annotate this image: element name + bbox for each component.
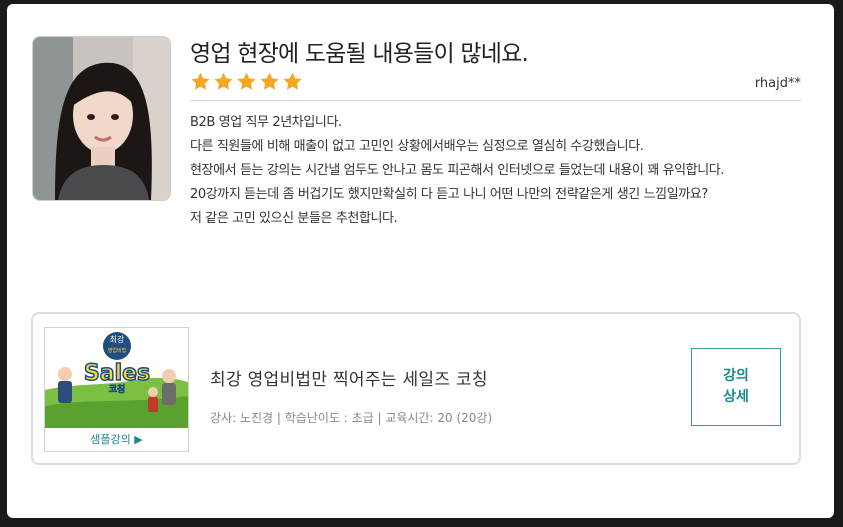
review-title: 영업 현장에 도움될 내용들이 많네요. — [190, 41, 529, 67]
review-body: B2B 영업 직무 2년차입니다. 다른 직원들에 비해 매출이 없고 고민인 … — [190, 111, 810, 231]
rating-stars — [190, 71, 303, 92]
sample-lecture-link[interactable]: 샘플강의 ▶ — [45, 429, 188, 451]
star-icon — [260, 72, 279, 90]
course-box: 최강 영업비법 Sales 코칭 샘플강의 ▶ 최강 영업비법만 찍어주는 세일… — [31, 312, 801, 465]
divider — [190, 100, 801, 101]
course-thumbnail[interactable]: 최강 영업비법 Sales 코칭 샘플강의 ▶ — [44, 327, 189, 452]
thumb-bottom-text: 코칭 — [109, 383, 126, 395]
thumb-main-text: Sales — [84, 361, 150, 386]
reviewer-avatar — [32, 36, 171, 201]
review-line: 다른 직원들에 비해 매출이 없고 고민인 상황에서배우는 심정으로 열심히 수… — [190, 139, 644, 154]
star-icon — [237, 72, 256, 90]
course-detail-label-line1: 강의 — [723, 368, 749, 384]
review-line: 20강까지 듣는데 좀 버겁기도 했지만확실히 다 듣고 나니 어떤 나만의 전… — [190, 187, 708, 202]
course-detail-label-line2: 상세 — [723, 389, 749, 405]
course-title[interactable]: 최강 영업비법만 찍어주는 세일즈 코칭 — [210, 365, 488, 390]
course-meta: 강사: 노진경 | 학습난이도 : 초급 | 교육시간: 20 (20강) — [210, 411, 493, 425]
review-line: B2B 영업 직무 2년차입니다. — [190, 115, 342, 130]
star-icon — [283, 72, 302, 90]
star-icon — [191, 72, 210, 90]
thumb-top-text: 최강 — [110, 334, 125, 344]
review-line: 저 같은 고민 있으신 분들은 추천합니다. — [190, 211, 398, 226]
review-card: 영업 현장에 도움될 내용들이 많네요. rhajd** B2B 영업 직무 2… — [7, 4, 834, 518]
thumb-sub-text: 영업비법 — [108, 347, 126, 354]
review-author: rhajd** — [754, 76, 801, 91]
course-thumbnail-image[interactable]: 최강 영업비법 Sales 코칭 — [45, 328, 188, 428]
course-detail-button[interactable]: 강의 상세 — [691, 348, 781, 426]
star-icon — [214, 72, 233, 90]
review-line: 현장에서 듣는 강의는 시간낼 엄두도 안나고 몸도 피곤해서 인터넷으로 들었… — [190, 163, 725, 178]
